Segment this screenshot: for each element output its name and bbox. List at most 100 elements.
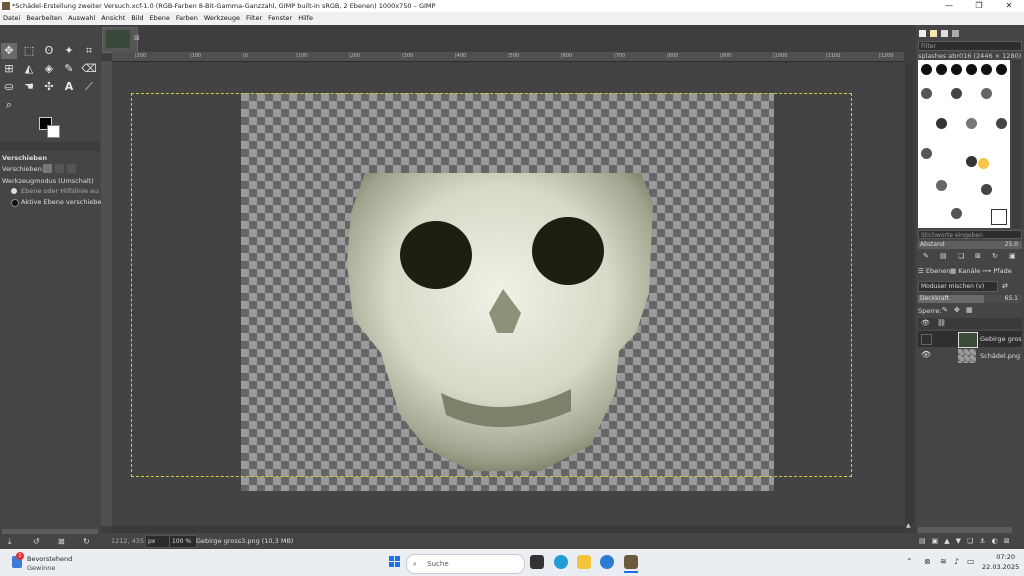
option-2-radio[interactable] bbox=[11, 199, 19, 207]
open-brush-icon[interactable]: ▣ bbox=[1009, 252, 1016, 260]
task-view-icon[interactable] bbox=[530, 555, 544, 569]
brush-preset[interactable] bbox=[921, 88, 932, 99]
brush-preset[interactable] bbox=[996, 64, 1007, 75]
duplicate-brush-icon[interactable]: ❏ bbox=[958, 252, 964, 260]
refresh-brushes-icon[interactable]: ↻ bbox=[992, 252, 998, 260]
eye-icon[interactable]: 👁 bbox=[921, 350, 931, 359]
menu-hilfe[interactable]: Hilfe bbox=[295, 12, 316, 25]
tray-overflow-icon[interactable]: ⌃ bbox=[906, 557, 913, 566]
move-tool-icon[interactable]: ✥ bbox=[1, 43, 17, 59]
document-history-tab-icon[interactable] bbox=[952, 30, 959, 37]
gimp-taskbar-icon[interactable] bbox=[624, 555, 638, 569]
brush-preset[interactable] bbox=[981, 184, 992, 195]
paths-tool-icon[interactable]: ✣ bbox=[41, 79, 57, 95]
background-color[interactable] bbox=[47, 125, 60, 138]
close-button[interactable]: ✕ bbox=[994, 0, 1024, 12]
layer-row[interactable]: Gebirge gross3.png bbox=[918, 331, 1022, 348]
brush-preset[interactable] bbox=[996, 118, 1007, 129]
menu-bearbeiten[interactable]: Bearbeiten bbox=[23, 12, 65, 25]
raise-layer-icon[interactable]: ▲ bbox=[944, 537, 955, 545]
brush-tag-input[interactable]: Stichworte eingeben bbox=[918, 230, 1022, 239]
smudge-tool-icon[interactable]: ☚ bbox=[21, 79, 37, 95]
anchor-layer-icon[interactable]: ⚓ bbox=[979, 537, 991, 545]
clock-date[interactable]: 22.03.2025 bbox=[982, 563, 1019, 571]
mode-switch-icon[interactable]: ⇄ bbox=[1002, 282, 1008, 290]
brush-preset[interactable] bbox=[966, 156, 977, 167]
layer-row[interactable]: 👁 Schädel.png bbox=[918, 348, 1022, 364]
horizontal-scrollbar[interactable] bbox=[112, 525, 905, 532]
layers-tab[interactable]: ☰ Ebenen bbox=[918, 267, 950, 275]
opacity-slider[interactable]: Deckkraft 65.1 bbox=[918, 295, 1022, 303]
brush-preset[interactable] bbox=[966, 64, 977, 75]
clone-tool-icon[interactable]: ⛀ bbox=[1, 79, 17, 95]
wifi-icon[interactable]: ≋ bbox=[940, 557, 947, 566]
taskbar-search[interactable]: ⌕ Suche bbox=[406, 554, 525, 574]
menu-werkzeuge[interactable]: Werkzeuge bbox=[201, 12, 243, 25]
menu-ebene[interactable]: Ebene bbox=[146, 12, 172, 25]
save-options-icon[interactable]: ⤓ bbox=[8, 537, 12, 547]
mask-layer-icon[interactable]: ◐ bbox=[992, 537, 1004, 545]
lock-alpha-icon[interactable]: ▦ bbox=[966, 306, 973, 314]
navigate-icon[interactable]: ▲ bbox=[906, 522, 911, 529]
duplicate-layer-icon[interactable]: ❏ bbox=[967, 537, 979, 545]
battery-icon[interactable]: ▭ bbox=[967, 557, 975, 566]
zoom-select[interactable]: 100 % bbox=[169, 535, 197, 548]
unit-select[interactable]: px bbox=[145, 535, 171, 548]
brush-preset[interactable] bbox=[981, 64, 992, 75]
brush-preset[interactable] bbox=[921, 148, 932, 159]
channels-tab[interactable]: ▦ Kanäle bbox=[950, 267, 980, 275]
brush-grid-scrollbar[interactable] bbox=[1012, 60, 1021, 228]
image-tab-close-icon[interactable]: ⊠ bbox=[134, 34, 140, 42]
tray-app-icon[interactable]: ⊗ bbox=[924, 557, 931, 566]
spacing-slider[interactable]: Abstand 25.0 bbox=[918, 241, 1022, 249]
brush-grid[interactable] bbox=[918, 60, 1010, 228]
lock-position-icon[interactable]: ✥ bbox=[954, 306, 960, 314]
layer-name[interactable]: Schädel.png bbox=[980, 352, 1020, 360]
menu-filter[interactable]: Filter bbox=[243, 12, 265, 25]
menu-datei[interactable]: Datei bbox=[0, 12, 23, 25]
left-dock-scrollbar[interactable] bbox=[2, 529, 98, 534]
lasso-tool-icon[interactable]: ʘ bbox=[41, 43, 57, 59]
file-explorer-icon[interactable] bbox=[577, 555, 591, 569]
layer-name[interactable]: Gebirge gross3.png bbox=[980, 335, 1022, 343]
fuzzy-select-tool-icon[interactable]: ✦ bbox=[61, 43, 77, 59]
eraser-tool-icon[interactable]: ⌫ bbox=[81, 61, 97, 77]
lower-layer-icon[interactable]: ▼ bbox=[956, 537, 967, 545]
warp-tool-icon[interactable]: ◭ bbox=[21, 61, 37, 77]
layers-scrollbar[interactable] bbox=[918, 527, 1012, 533]
volume-icon[interactable]: ♪ bbox=[954, 557, 959, 566]
color-picker-tool-icon[interactable]: ⟋ bbox=[81, 79, 97, 95]
brush-preset[interactable] bbox=[966, 118, 977, 129]
maximize-button[interactable]: ❐ bbox=[964, 0, 994, 12]
menu-auswahl[interactable]: Auswahl bbox=[65, 12, 98, 25]
menu-fenster[interactable]: Fenster bbox=[265, 12, 295, 25]
menu-farben[interactable]: Farben bbox=[173, 12, 201, 25]
delete-layer-icon[interactable]: ⊠ bbox=[1004, 537, 1016, 545]
move-path-icon[interactable] bbox=[67, 164, 76, 173]
brush-preset-selected[interactable] bbox=[978, 158, 989, 169]
layer-mode-select[interactable]: Moduser mischen (v) bbox=[918, 281, 998, 292]
move-layer-icon[interactable] bbox=[43, 164, 52, 173]
restore-options-icon[interactable]: ↺ bbox=[33, 537, 40, 546]
rect-select-tool-icon[interactable]: ⬚ bbox=[21, 43, 37, 59]
brush-preset[interactable] bbox=[951, 208, 962, 219]
brush-preset[interactable] bbox=[936, 180, 947, 191]
new-brush-icon[interactable]: ▤ bbox=[940, 252, 947, 260]
fonts-tab-icon[interactable] bbox=[941, 30, 948, 37]
move-selection-icon[interactable] bbox=[55, 164, 64, 173]
new-layer-icon[interactable]: ▤ bbox=[919, 537, 932, 545]
minimize-button[interactable]: — bbox=[934, 0, 964, 12]
reset-options-icon[interactable]: ↻ bbox=[83, 537, 90, 546]
brush-preset[interactable] bbox=[951, 64, 962, 75]
skull-image[interactable] bbox=[241, 93, 774, 491]
menu-bild[interactable]: Bild bbox=[128, 12, 146, 25]
new-group-icon[interactable]: ▣ bbox=[932, 537, 945, 545]
edit-brush-icon[interactable]: ✎ bbox=[923, 252, 929, 260]
clock-time[interactable]: 07:20 bbox=[985, 553, 1015, 561]
transform-tool-icon[interactable]: ⊞ bbox=[1, 61, 17, 77]
edge-browser-icon[interactable] bbox=[554, 555, 568, 569]
delete-options-icon[interactable]: ⊠ bbox=[58, 537, 65, 546]
brushes-tab-icon[interactable] bbox=[919, 30, 926, 37]
menu-ansicht[interactable]: Ansicht bbox=[98, 12, 128, 25]
patterns-tab-icon[interactable] bbox=[930, 30, 937, 37]
